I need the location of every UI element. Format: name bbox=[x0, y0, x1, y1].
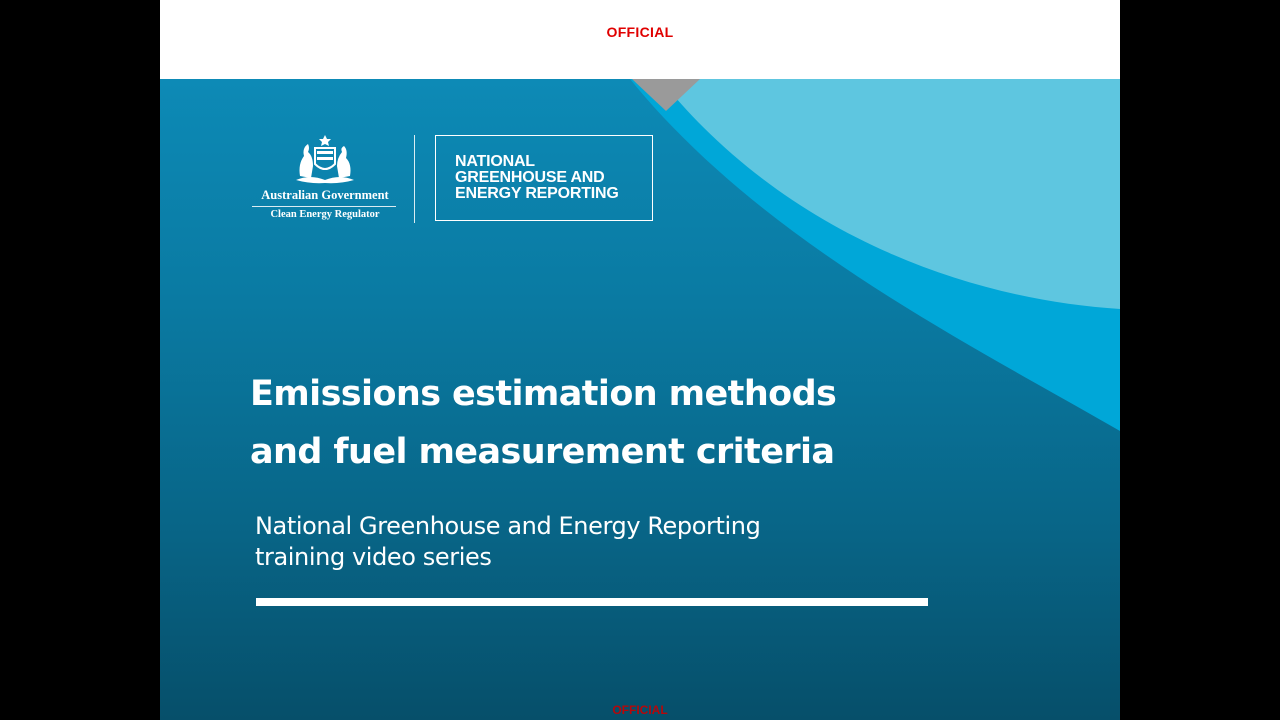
program-logo-box: NATIONAL GREENHOUSE AND ENERGY REPORTING bbox=[435, 135, 653, 221]
slide-subtitle-line: National Greenhouse and Energy Reporting bbox=[255, 512, 761, 540]
commonwealth-coat-of-arms-icon bbox=[296, 135, 354, 184]
slide-subtitle: National Greenhouse and Energy Reporting… bbox=[255, 511, 955, 573]
slide-title-line: Emissions estimation methods bbox=[250, 374, 837, 414]
classification-label-top: OFFICIAL bbox=[606, 24, 674, 40]
logo-rule bbox=[252, 206, 396, 207]
government-name: Australian Government bbox=[261, 188, 389, 202]
slide-title-line: and fuel measurement criteria bbox=[250, 432, 835, 472]
video-frame: OFFICIAL Australian Government Clean Ene… bbox=[0, 0, 1280, 720]
program-logo-line: NATIONAL bbox=[455, 153, 535, 170]
logo-divider bbox=[414, 135, 415, 223]
government-logo: Australian Government Clean Energy Regul… bbox=[250, 134, 400, 224]
agency-name: Clean Energy Regulator bbox=[270, 209, 380, 220]
slide-title: Emissions estimation methods and fuel me… bbox=[250, 365, 950, 481]
slide: OFFICIAL Australian Government Clean Ene… bbox=[160, 0, 1120, 720]
title-panel: Australian Government Clean Energy Regul… bbox=[160, 79, 1120, 720]
program-logo-line: GREENHOUSE AND bbox=[455, 169, 605, 186]
classification-label-bottom: OFFICIAL bbox=[612, 703, 668, 717]
slide-header-bar: OFFICIAL bbox=[160, 0, 1120, 79]
slide-subtitle-line: training video series bbox=[255, 543, 492, 571]
program-logo-line: ENERGY REPORTING bbox=[455, 185, 619, 202]
subtitle-underline-bar bbox=[256, 598, 928, 606]
